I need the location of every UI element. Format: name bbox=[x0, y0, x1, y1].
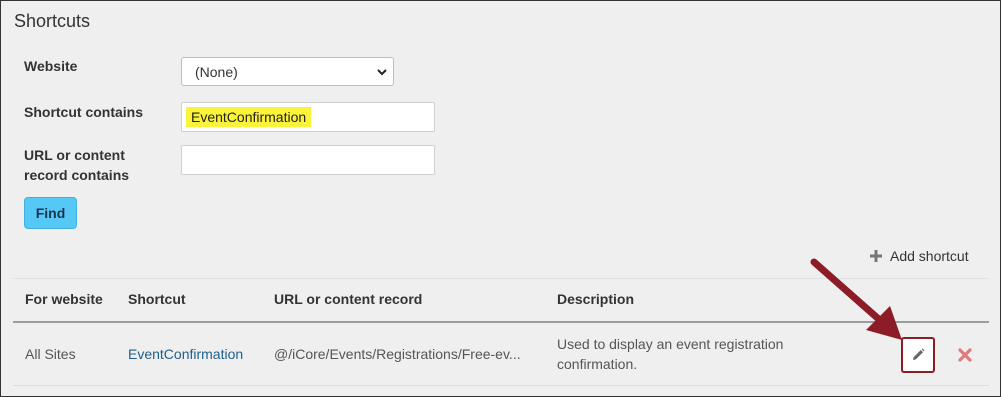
shortcut-input-value: EventConfirmation bbox=[186, 107, 312, 127]
chevron-down-icon bbox=[377, 69, 387, 76]
url-contains-label: URL or content record contains bbox=[24, 147, 130, 183]
website-select-value: (None) bbox=[195, 64, 238, 80]
page-title: Shortcuts bbox=[14, 11, 91, 31]
row-shortcut-link[interactable]: EventConfirmation bbox=[128, 346, 243, 362]
find-button[interactable]: Find bbox=[24, 197, 77, 229]
divider bbox=[13, 385, 989, 386]
shortcut-contains-input[interactable]: EventConfirmation bbox=[181, 102, 435, 132]
url-contains-input[interactable] bbox=[181, 145, 435, 175]
edit-button[interactable] bbox=[901, 337, 935, 373]
column-header-url: URL or content record bbox=[274, 291, 423, 307]
shortcuts-panel: Shortcuts Website (None) Shortcut contai… bbox=[0, 0, 1001, 397]
row-url: @/iCore/Events/Registrations/Free-ev... bbox=[274, 346, 521, 362]
delete-x-icon[interactable] bbox=[958, 348, 972, 362]
website-label: Website bbox=[24, 58, 78, 74]
column-header-website: For website bbox=[25, 291, 103, 307]
column-header-description: Description bbox=[557, 291, 635, 307]
shortcut-contains-label: Shortcut contains bbox=[24, 104, 144, 120]
annotation-arrow-icon bbox=[810, 258, 902, 340]
website-select[interactable]: (None) bbox=[181, 57, 394, 86]
column-header-shortcut: Shortcut bbox=[128, 291, 186, 307]
row-website: All Sites bbox=[25, 346, 76, 362]
pencil-icon bbox=[913, 348, 925, 360]
